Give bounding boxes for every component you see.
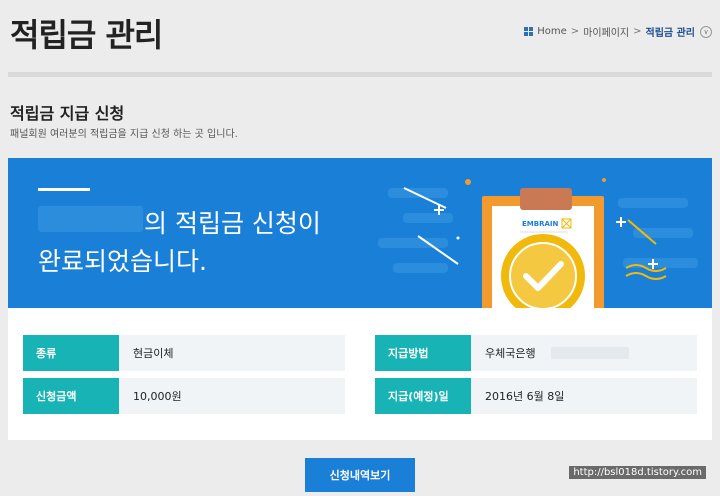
method-value-cell: 우체국은행 [471, 335, 697, 371]
breadcrumb-mypage-link[interactable]: 마이페이지 [583, 24, 629, 39]
view-history-button[interactable]: 신청내역보기 [305, 458, 415, 492]
date-value: 2016년 6월 8일 [471, 378, 697, 414]
type-value: 현금이체 [119, 335, 345, 371]
watermark: http://bsl018d.tistory.com [569, 466, 706, 479]
breadcrumb-home-link[interactable]: Home [537, 26, 567, 37]
completion-message-line2: 완료되었습니다. [38, 247, 207, 276]
header-divider [8, 72, 712, 77]
logo-text: EMBRAIN [522, 220, 558, 228]
blurred-user-name [38, 206, 143, 232]
home-grid-icon [524, 27, 534, 36]
page-title: 적립금 관리 [10, 16, 163, 54]
info-row-amount: 신청금액 10,000원 [23, 378, 345, 414]
breadcrumb-current: 적립금 관리 [645, 28, 695, 39]
blurred-account [551, 347, 629, 359]
amount-label: 신청금액 [23, 378, 119, 414]
completion-message-line1: 의 적립금 신청이 [144, 209, 321, 238]
section-title: 적립금 지급 신청 [10, 104, 125, 123]
amount-value: 10,000원 [119, 378, 345, 414]
type-label: 종류 [23, 335, 119, 371]
info-row-type: 종류 현금이체 [23, 335, 345, 371]
chevron-down-icon[interactable]: ∨ [700, 25, 712, 38]
info-row-date: 지급(예정)일 2016년 6월 8일 [375, 378, 697, 414]
payment-info-box: 종류 현금이체 지급방법 우체국은행 신청금액 10,000원 지급(예정)일 … [8, 308, 712, 440]
date-label: 지급(예정)일 [375, 378, 471, 414]
clipboard-illustration: EMBRAIN [378, 178, 698, 308]
completion-banner: EMBRAIN 의 적립금 신청이 완료되었습니다. [8, 158, 712, 308]
breadcrumb-separator: > [633, 26, 642, 37]
accent-line [38, 188, 90, 191]
breadcrumb: Home > 마이페이지 > 적립금 관리 ∨ [524, 24, 712, 39]
section-description: 패널회원 여러분의 적립금을 지급 신청 하는 곳 입니다. [10, 129, 238, 140]
breadcrumb-separator: > [570, 26, 580, 37]
method-label: 지급방법 [375, 335, 471, 371]
info-row-method: 지급방법 우체국은행 [375, 335, 697, 371]
method-value: 우체국은행 [485, 347, 536, 360]
